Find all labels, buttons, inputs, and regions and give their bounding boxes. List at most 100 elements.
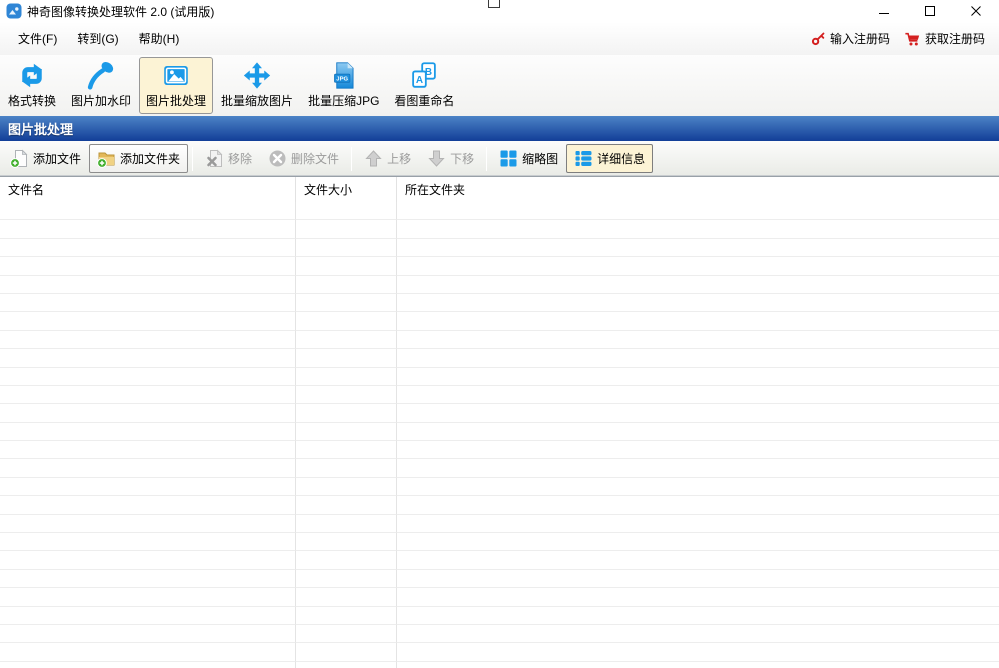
batch-compress-jpg-label: 批量压缩JPG (308, 94, 380, 108)
remove-label: 移除 (228, 152, 253, 166)
app-window: 神奇图像转换处理软件 2.0 (试用版) 文件(F) 转到(G) 帮助(H) 输… (0, 0, 999, 668)
table-row (0, 624, 999, 644)
move-down-icon (428, 150, 445, 167)
remove-file-icon (207, 149, 223, 167)
get-register-code-button[interactable]: 获取注册码 (904, 30, 985, 47)
table-row (0, 238, 999, 258)
actionbar: 添加文件 添加文件夹 移除 删除文件 上移 下移 缩略图 详细信息 (0, 141, 999, 177)
enter-register-code-label: 输入注册码 (829, 32, 890, 46)
table-row (0, 661, 999, 668)
batch-resize-button[interactable]: 批量缩放图片 (214, 57, 300, 114)
batch-compress-jpg-icon: JPG (333, 62, 354, 89)
table-row (0, 293, 999, 313)
table-row (0, 551, 999, 570)
table-row (0, 569, 999, 589)
table-row (0, 477, 999, 497)
table-body (0, 202, 999, 668)
table-row (0, 349, 999, 368)
move-down-button[interactable]: 下移 (419, 144, 482, 173)
actionbar-separator (192, 146, 194, 171)
move-up-label: 上移 (387, 152, 412, 166)
batch-image-icon (164, 65, 188, 86)
table-row (0, 643, 999, 662)
thumbnails-icon (500, 150, 517, 167)
svg-text:A: A (416, 75, 423, 86)
table-row (0, 422, 999, 442)
batch-resize-icon (243, 62, 271, 89)
details-list-icon (575, 151, 592, 166)
rename-label: 看图重命名 (394, 94, 455, 108)
table-row (0, 606, 999, 625)
titlebar-artifact (488, 0, 500, 8)
watermark-label: 图片加水印 (71, 94, 132, 108)
table-row (0, 588, 999, 607)
batch-compress-jpg-button[interactable]: JPG 批量压缩JPG (301, 57, 386, 114)
titlebar: 神奇图像转换处理软件 2.0 (试用版) (0, 0, 999, 22)
column-header-folder[interactable]: 所在文件夹 (397, 177, 999, 202)
menubar: 文件(F) 转到(G) 帮助(H) 输入注册码 获取注册码 (0, 22, 999, 55)
main-toolbar: 格式转换 图片加水印 图片批处理 批量缩放图片 JPG 批量压缩JPG B A … (0, 55, 999, 116)
close-button[interactable] (953, 0, 999, 22)
section-banner: 图片批处理 (0, 116, 999, 141)
menu-help[interactable]: 帮助(H) (129, 26, 190, 51)
svg-text:JPG: JPG (336, 77, 348, 83)
maximize-button[interactable] (907, 0, 953, 22)
format-convert-icon (22, 63, 42, 88)
key-icon (811, 32, 825, 46)
rename-button[interactable]: B A 看图重命名 (387, 57, 461, 114)
batch-resize-label: 批量缩放图片 (221, 94, 294, 108)
table-row (0, 385, 999, 405)
add-file-button[interactable]: 添加文件 (2, 144, 89, 173)
table-row (0, 367, 999, 386)
column-header-filename[interactable]: 文件名 (0, 177, 296, 202)
format-convert-label: 格式转换 (8, 94, 57, 108)
batch-image-label: 图片批处理 (146, 94, 207, 108)
close-icon (971, 6, 981, 16)
table-row (0, 330, 999, 350)
move-down-label: 下移 (450, 152, 475, 166)
move-up-icon (365, 150, 382, 167)
table-row (0, 202, 999, 221)
section-title: 图片批处理 (8, 122, 74, 137)
window-title: 神奇图像转换处理软件 2.0 (试用版) (27, 4, 215, 19)
move-up-button[interactable]: 上移 (356, 144, 419, 173)
minimize-button[interactable] (861, 0, 907, 22)
table-row (0, 404, 999, 423)
actionbar-separator (351, 146, 353, 171)
format-convert-button[interactable]: 格式转换 (1, 57, 63, 114)
get-register-code-label: 获取注册码 (924, 32, 985, 46)
table-row (0, 533, 999, 552)
rename-ab-icon: B A (412, 62, 437, 88)
thumbnails-button[interactable]: 缩略图 (491, 144, 566, 173)
add-folder-button[interactable]: 添加文件夹 (89, 144, 189, 173)
add-file-icon (10, 149, 28, 168)
add-file-label: 添加文件 (33, 152, 82, 166)
add-folder-label: 添加文件夹 (120, 152, 181, 166)
column-header-filesize[interactable]: 文件大小 (296, 177, 397, 202)
delete-file-label: 删除文件 (291, 152, 340, 166)
menu-goto[interactable]: 转到(G) (67, 26, 128, 51)
table-row (0, 257, 999, 276)
thumbnails-label: 缩略图 (522, 152, 559, 166)
table-row (0, 312, 999, 331)
watermark-brush-icon (87, 61, 114, 90)
menu-file[interactable]: 文件(F) (8, 26, 67, 51)
details-label: 详细信息 (597, 152, 646, 166)
table-row (0, 459, 999, 478)
table-row (0, 441, 999, 460)
table-row (0, 496, 999, 515)
actionbar-separator (486, 146, 488, 171)
app-icon (6, 3, 22, 19)
watermark-button[interactable]: 图片加水印 (64, 57, 138, 114)
table-row (0, 514, 999, 534)
minimize-icon (879, 13, 889, 14)
details-button[interactable]: 详细信息 (566, 144, 654, 173)
delete-file-icon (269, 150, 286, 167)
remove-button[interactable]: 移除 (197, 144, 260, 173)
table-row (0, 275, 999, 294)
enter-register-code-button[interactable]: 输入注册码 (811, 30, 890, 47)
add-folder-icon (97, 152, 115, 168)
batch-image-button[interactable]: 图片批处理 (139, 57, 214, 114)
delete-file-button[interactable]: 删除文件 (260, 144, 347, 173)
table-row (0, 220, 999, 239)
